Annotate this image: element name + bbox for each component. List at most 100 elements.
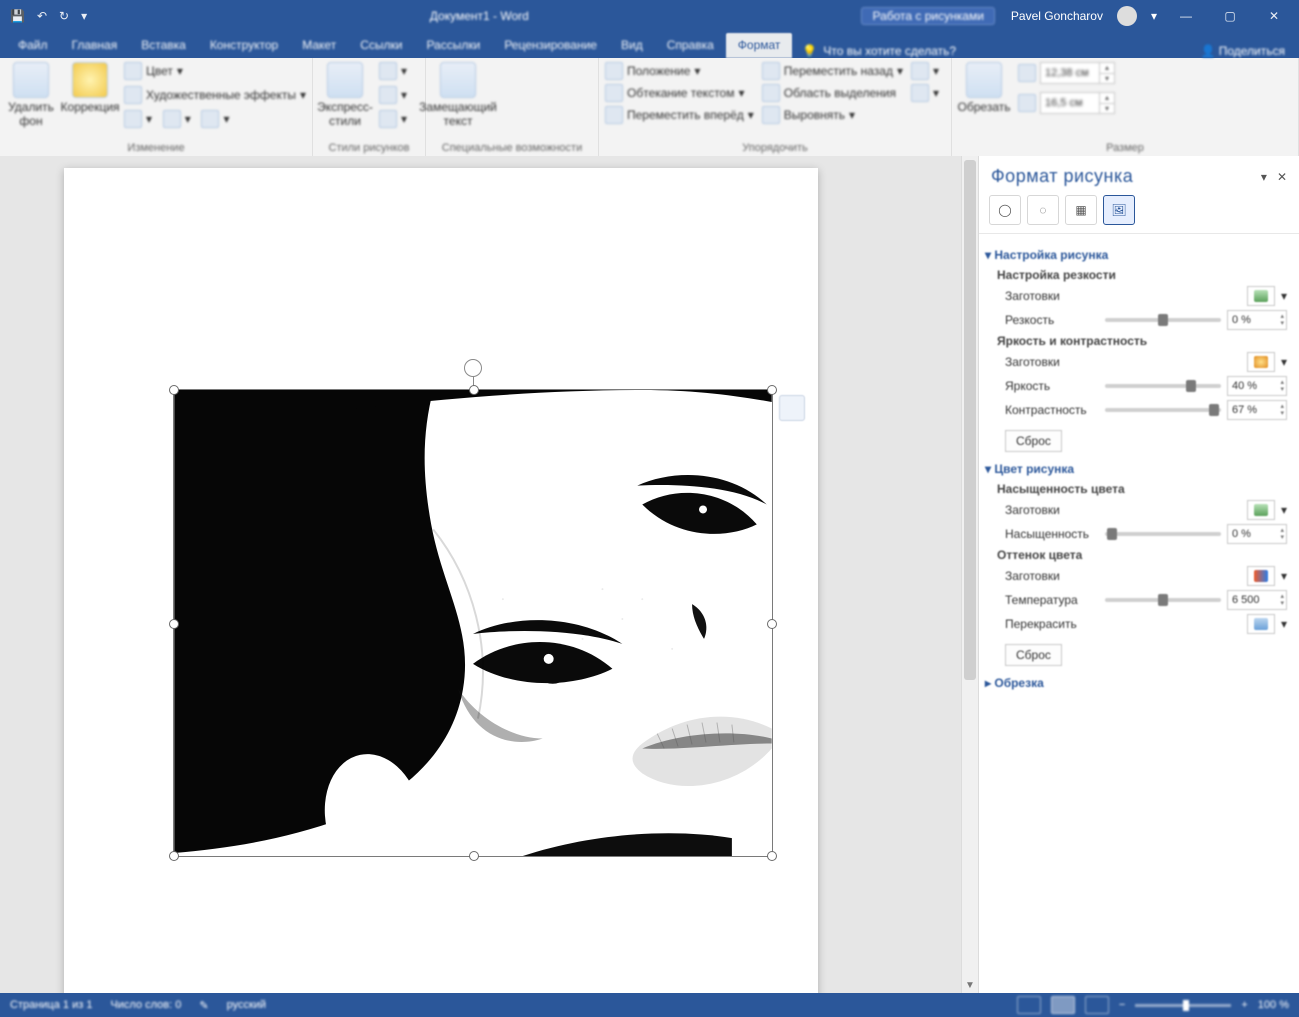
tab-help[interactable]: Справка: [655, 33, 726, 58]
reset-corrections-button[interactable]: Сброс: [1005, 430, 1062, 452]
handle-b[interactable]: [469, 851, 479, 861]
temperature-value[interactable]: 6 500▴▾: [1227, 590, 1287, 610]
contrast-slider[interactable]: [1105, 408, 1221, 412]
layout-button[interactable]: ▾: [379, 110, 407, 128]
workspace: ▼ Формат рисунка ▾ ✕ ◯ ◌ ▦ 🖼 Настройка р…: [0, 156, 1299, 993]
status-language[interactable]: русский: [227, 999, 266, 1012]
selection-pane-button[interactable]: Область выделения: [762, 84, 903, 102]
tab-format[interactable]: Формат: [726, 33, 793, 58]
send-backward-button[interactable]: Переместить назад ▾: [762, 62, 903, 80]
pane-tab-picture[interactable]: 🖼: [1103, 195, 1135, 225]
user-name[interactable]: Pavel Goncharov: [1011, 9, 1103, 23]
handle-br[interactable]: [767, 851, 777, 861]
pane-close-icon[interactable]: ✕: [1277, 170, 1287, 184]
saturation-value[interactable]: 0 %▴▾: [1227, 524, 1287, 544]
layout-options-button[interactable]: [779, 395, 805, 421]
view-web-button[interactable]: [1085, 996, 1109, 1014]
qat-more-icon[interactable]: ▾: [81, 9, 87, 23]
ribbon-options-icon[interactable]: ▾: [1151, 9, 1157, 23]
avatar[interactable]: [1117, 6, 1137, 26]
share-button[interactable]: 👤 Поделиться: [1186, 44, 1299, 58]
picture-content: [174, 390, 772, 856]
scroll-down-icon[interactable]: ▼: [962, 980, 978, 991]
tell-me[interactable]: 💡 Что вы хотите сделать?: [792, 44, 966, 58]
redo-icon[interactable]: ↻: [59, 9, 69, 23]
handle-r[interactable]: [767, 619, 777, 629]
sharpness-presets-button[interactable]: [1247, 286, 1275, 306]
reset-color-button[interactable]: Сброс: [1005, 644, 1062, 666]
tab-file[interactable]: Файл: [6, 33, 60, 58]
bring-forward-button[interactable]: Переместить вперёд ▾: [605, 106, 754, 124]
handle-bl[interactable]: [169, 851, 179, 861]
pane-tab-layout[interactable]: ▦: [1065, 195, 1097, 225]
position-button[interactable]: Положение ▾: [605, 62, 754, 80]
tab-design[interactable]: Конструктор: [198, 33, 290, 58]
zoom-value[interactable]: 100 %: [1258, 999, 1289, 1011]
section-crop-title[interactable]: Обрезка: [985, 676, 1287, 690]
view-print-button[interactable]: [1051, 996, 1075, 1014]
tab-references[interactable]: Ссылки: [348, 33, 414, 58]
document-area[interactable]: [0, 156, 961, 993]
width-field[interactable]: 16,5 см▴▾: [1018, 92, 1115, 114]
quick-styles-button[interactable]: Экспресс-стили: [319, 62, 371, 128]
tab-mailings[interactable]: Рассылки: [414, 33, 492, 58]
view-read-button[interactable]: [1017, 996, 1041, 1014]
tab-insert[interactable]: Вставка: [129, 33, 198, 58]
section-color-title[interactable]: Цвет рисунка: [985, 462, 1287, 476]
section-corrections-title[interactable]: Настройка рисунка: [985, 248, 1287, 262]
proofing-icon[interactable]: ✎: [199, 999, 208, 1012]
tab-view[interactable]: Вид: [609, 33, 655, 58]
recolor-button[interactable]: [1247, 614, 1275, 634]
zoom-out-button[interactable]: −: [1119, 999, 1125, 1011]
temperature-slider[interactable]: [1105, 598, 1221, 602]
minimize-button[interactable]: —: [1171, 9, 1201, 23]
undo-icon[interactable]: ↶: [37, 9, 47, 23]
effects-button[interactable]: ▾: [379, 86, 407, 104]
handle-l[interactable]: [169, 619, 179, 629]
selected-picture[interactable]: [173, 389, 773, 857]
contrast-value[interactable]: 67 %▴▾: [1227, 400, 1287, 420]
group-button[interactable]: ▾: [911, 62, 939, 80]
maximize-button[interactable]: ▢: [1215, 9, 1245, 23]
brightness-value[interactable]: 40 %▴▾: [1227, 376, 1287, 396]
temperature-label: Температура: [1005, 593, 1099, 607]
corrections-button[interactable]: Коррекция: [64, 62, 116, 114]
crop-button[interactable]: Обрезать: [958, 62, 1010, 114]
border-button[interactable]: ▾: [379, 62, 407, 80]
tab-home[interactable]: Главная: [60, 33, 130, 58]
sat-presets-button[interactable]: [1247, 500, 1275, 520]
remove-background-button[interactable]: Удалить фон: [6, 62, 56, 128]
zoom-slider[interactable]: [1135, 1004, 1231, 1007]
pane-tab-fill[interactable]: ◯: [989, 195, 1021, 225]
alt-text-button[interactable]: Замещающий текст: [432, 62, 484, 128]
pane-tab-effects[interactable]: ◌: [1027, 195, 1059, 225]
position-label: Положение: [627, 64, 690, 78]
wrap-text-button[interactable]: Обтекание текстом ▾: [605, 84, 754, 102]
scroll-thumb[interactable]: [964, 160, 976, 680]
sharpness-slider[interactable]: [1105, 318, 1221, 322]
vertical-scrollbar[interactable]: ▼: [961, 156, 978, 993]
handle-t[interactable]: [469, 385, 479, 395]
pane-menu-icon[interactable]: ▾: [1261, 170, 1267, 184]
extra-row[interactable]: ▾ ▾ ▾: [124, 110, 306, 128]
tab-review[interactable]: Рецензирование: [492, 33, 609, 58]
tab-layout[interactable]: Макет: [290, 33, 348, 58]
sharpness-value[interactable]: 0 %▴▾: [1227, 310, 1287, 330]
status-page[interactable]: Страница 1 из 1: [10, 999, 92, 1012]
saturation-slider[interactable]: [1105, 532, 1221, 536]
zoom-in-button[interactable]: +: [1241, 999, 1247, 1011]
handle-tl[interactable]: [169, 385, 179, 395]
align-button[interactable]: Выровнять ▾: [762, 106, 903, 124]
color-button[interactable]: Цвет ▾: [124, 62, 306, 80]
artistic-effects-button[interactable]: Художественные эффекты ▾: [124, 86, 306, 104]
close-button[interactable]: ✕: [1259, 9, 1289, 23]
status-words[interactable]: Число слов: 0: [110, 999, 181, 1012]
save-icon[interactable]: 💾: [10, 9, 25, 23]
handle-tr[interactable]: [767, 385, 777, 395]
rotate-handle[interactable]: [464, 359, 482, 377]
tone-presets-button[interactable]: [1247, 566, 1275, 586]
bc-presets-button[interactable]: [1247, 352, 1275, 372]
height-field[interactable]: 12,38 см▴▾: [1018, 62, 1115, 84]
rotate-button[interactable]: ▾: [911, 84, 939, 102]
brightness-slider[interactable]: [1105, 384, 1221, 388]
